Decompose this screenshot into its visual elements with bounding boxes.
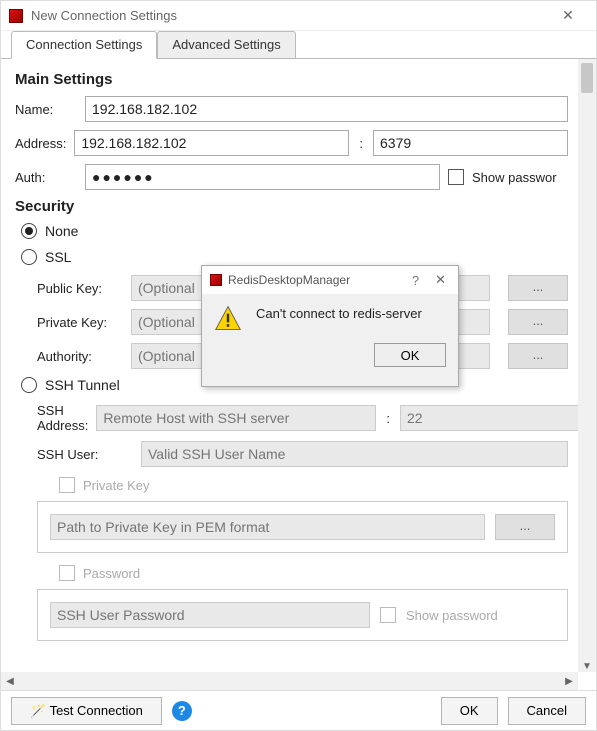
test-connection-label: Test Connection [50,703,143,718]
cancel-button[interactable]: Cancel [508,697,586,725]
ssh-private-key-check-label: Private Key [83,478,149,493]
private-key-label: Private Key: [37,315,123,330]
app-icon [9,9,23,23]
ssh-private-key-checkbox [59,477,75,493]
settings-window: New Connection Settings ✕ Connection Set… [0,0,597,731]
dialog-footer: 🪄 Test Connection ? OK Cancel [1,690,596,730]
port-input[interactable] [373,130,568,156]
error-dialog-ok-button[interactable]: OK [374,343,446,367]
radio-icon [21,223,37,239]
authority-label: Authority: [37,349,123,364]
security-ssl-option[interactable]: SSL [21,249,568,265]
ssh-port-input [400,405,578,431]
app-icon [210,274,222,286]
scroll-down-icon[interactable]: ▼ [578,661,596,672]
show-password-label: Show passwor [472,170,557,185]
vertical-scrollbar[interactable]: ▲ ▼ [578,59,596,672]
ssh-port-separator: : [384,411,392,426]
ssh-password-check-label: Password [83,566,140,581]
close-icon[interactable]: ✕ [548,7,588,24]
ssh-password-input [50,602,370,628]
ssh-password-checkbox [59,565,75,581]
window-title: New Connection Settings [31,8,548,23]
auth-label: Auth: [15,170,77,185]
auth-input[interactable] [85,164,440,190]
name-input[interactable] [85,96,568,122]
error-dialog-message: Can't connect to redis-server [256,304,422,321]
ssh-private-key-browse-button[interactable]: ... [495,514,555,540]
scroll-left-icon[interactable]: ◀ [1,672,19,690]
ok-button[interactable]: OK [441,697,498,725]
address-input[interactable] [74,130,349,156]
name-label: Name: [15,102,77,117]
authority-browse-button[interactable]: ... [508,343,568,369]
show-password-checkbox[interactable] [448,169,464,185]
tab-connection-settings[interactable]: Connection Settings [11,31,157,59]
ssh-address-input [96,405,376,431]
main-settings-heading: Main Settings [15,71,568,88]
vertical-scroll-thumb[interactable] [581,63,593,93]
ssh-user-input [141,441,568,467]
ssh-sub-section: SSH Address: : SSH User: Private Key ... [37,403,568,641]
security-none-option[interactable]: None [21,223,568,239]
ssh-user-label: SSH User: [37,447,133,462]
address-label: Address: [15,136,66,151]
error-dialog: RedisDesktopManager ? ✕ Can't connect to… [201,265,459,387]
window-titlebar: New Connection Settings ✕ [1,1,596,31]
security-ssl-label: SSL [45,249,71,265]
security-none-label: None [45,223,78,239]
tab-advanced-settings[interactable]: Advanced Settings [157,31,295,59]
public-key-browse-button[interactable]: ... [508,275,568,301]
private-key-browse-button[interactable]: ... [508,309,568,335]
ssh-address-label: SSH Address: [37,403,88,433]
ssh-private-key-box: ... [37,501,568,553]
error-dialog-help-icon[interactable]: ? [412,273,419,288]
test-connection-button[interactable]: 🪄 Test Connection [11,697,162,725]
ssh-password-box: Show password [37,589,568,641]
scroll-right-icon[interactable]: ▶ [560,672,578,690]
ssh-private-key-path-input [50,514,485,540]
warning-icon [214,304,242,335]
public-key-label: Public Key: [37,281,123,296]
ssh-show-password-checkbox [380,607,396,623]
radio-icon [21,377,37,393]
horizontal-scrollbar[interactable]: ◀ ▶ [1,672,578,690]
help-icon[interactable]: ? [172,701,192,721]
security-ssh-tunnel-label: SSH Tunnel [45,377,120,393]
tab-bar: Connection Settings Advanced Settings [1,31,596,59]
wand-icon: 🪄 [30,703,46,719]
ssh-show-password-label: Show password [406,608,498,623]
radio-icon [21,249,37,265]
address-port-separator: : [357,136,365,151]
error-dialog-titlebar: RedisDesktopManager ? ✕ [202,266,458,294]
error-dialog-close-icon[interactable]: ✕ [431,272,450,288]
security-heading: Security [15,198,568,215]
error-dialog-title: RedisDesktopManager [228,273,412,287]
